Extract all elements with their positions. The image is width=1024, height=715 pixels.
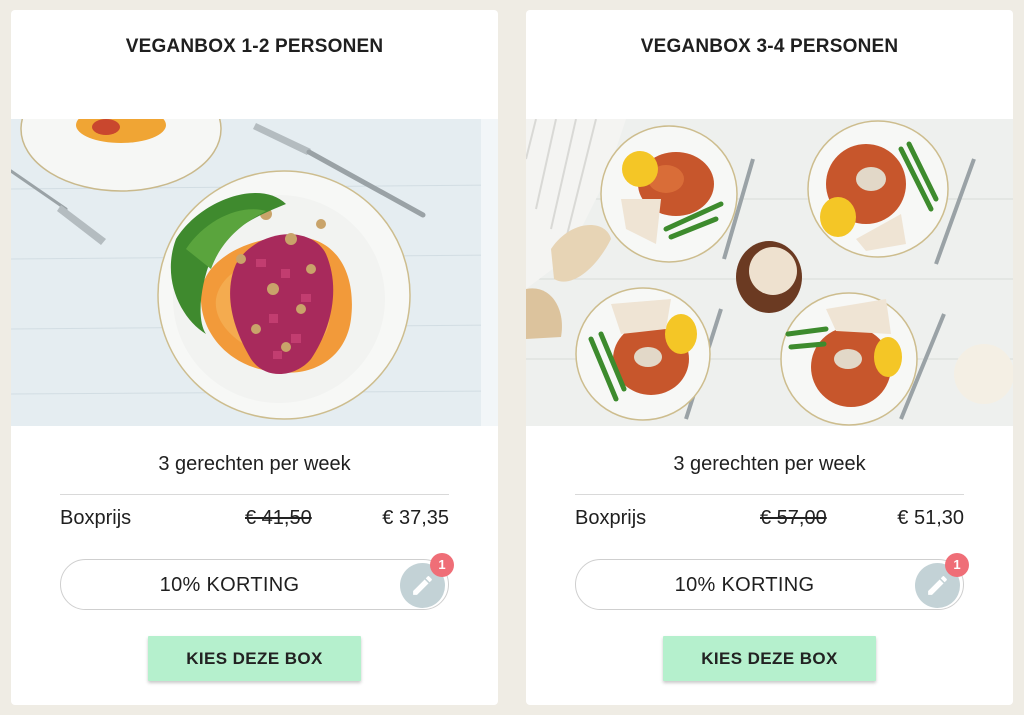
new-price: € 51,30 [897,507,964,529]
choose-box-button[interactable]: KIES DEZE BOX [663,636,876,681]
price-row: Boxprijs € 41,50 € 37,35 [60,507,449,533]
card-title: VEGANBOX 3-4 PERSONEN [640,36,899,57]
notification-badge: 1 [430,553,454,577]
meals-per-week: 3 gerechten per week [158,453,351,475]
meals-per-week: 3 gerechten per week [673,453,866,475]
dish-photo [11,119,498,426]
pencil-icon [928,576,947,595]
discount-field[interactable]: 10% KORTING 1 [60,553,454,610]
card-title: VEGANBOX 1-2 PERSONEN [125,36,384,57]
discount-field[interactable]: 10% KORTING 1 [575,553,969,610]
notification-badge: 1 [945,553,969,577]
edit-discount-button[interactable]: 1 [915,553,969,608]
discount-label: 10% KORTING [674,574,815,596]
dish-photo [526,119,1013,426]
choose-box-button[interactable]: KIES DEZE BOX [148,636,361,681]
edit-discount-button[interactable]: 1 [400,553,454,608]
new-price: € 37,35 [382,507,449,529]
old-price: € 41,50 [245,507,312,529]
divider [575,494,964,495]
old-price: € 57,00 [760,507,827,529]
divider [60,494,449,495]
pencil-icon [413,576,432,595]
product-card-3-4-persons: VEGANBOX 3-4 PERSONEN 3 gerechten per we… [526,10,1013,705]
price-row: Boxprijs € 57,00 € 51,30 [575,507,964,533]
product-card-1-2-persons: VEGANBOX 1-2 PERSONEN 3 gerechten per we… [11,10,498,705]
price-label: Boxprijs [575,507,647,529]
discount-label: 10% KORTING [159,574,300,596]
price-label: Boxprijs [60,507,132,529]
